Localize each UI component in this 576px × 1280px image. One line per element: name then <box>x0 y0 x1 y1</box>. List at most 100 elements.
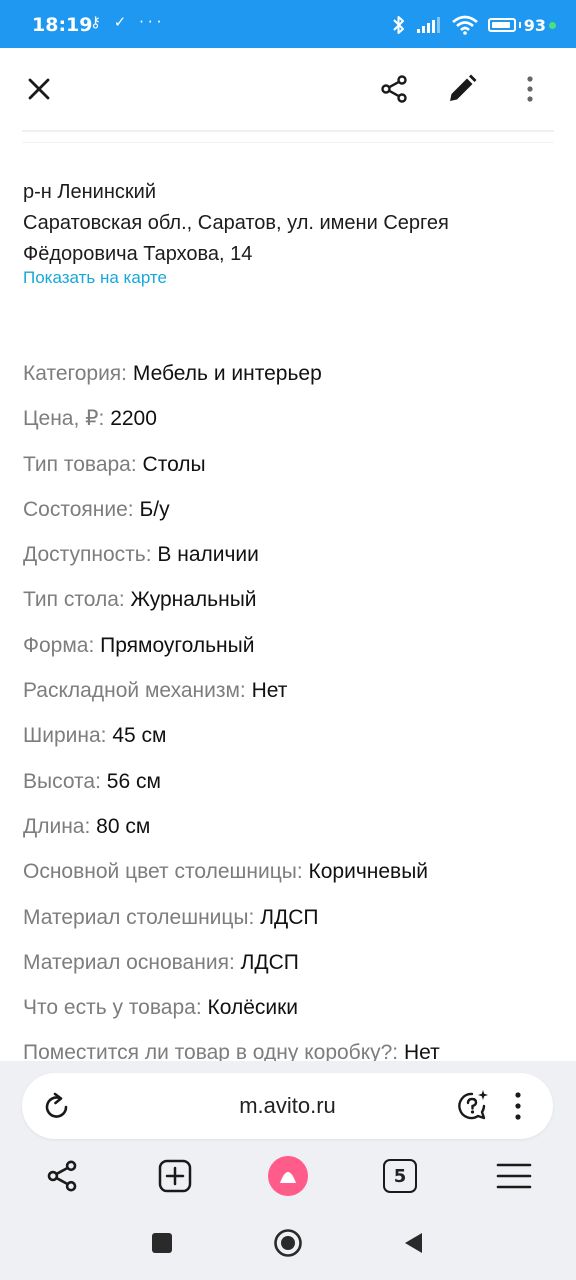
home-circle-icon <box>274 1229 302 1257</box>
assistant-chat-button[interactable] <box>454 1088 490 1124</box>
signal-icon <box>416 17 440 33</box>
param-row: Длина: 80 см <box>23 809 563 854</box>
param-label: Категория: <box>23 362 133 385</box>
back-button[interactable] <box>393 1223 433 1263</box>
add-tab-icon <box>158 1159 192 1193</box>
battery-level: 93 <box>523 15 546 35</box>
edit-button[interactable] <box>439 66 485 112</box>
share-button[interactable] <box>371 66 417 112</box>
param-row: Цена, ₽: 2200 <box>23 401 563 446</box>
close-button[interactable] <box>16 66 62 112</box>
app-top-bar <box>0 48 576 130</box>
home-button[interactable] <box>268 1223 308 1263</box>
bluetooth-icon <box>393 16 404 34</box>
param-row: Основной цвет столешницы: Коричневый <box>23 854 563 899</box>
address-block: р-н Ленинский Саратовская обл., Саратов,… <box>23 177 449 270</box>
param-label: Форма: <box>23 633 101 657</box>
param-row: Состояние: Б/у <box>23 492 563 537</box>
param-label: Поместится ли товар в одну коробку?: <box>23 1041 404 1061</box>
param-row: Тип стола: Журнальный <box>23 582 563 627</box>
param-row: Тип товара: Столы <box>23 447 563 492</box>
param-value: 56 см <box>106 769 161 793</box>
param-label: Раскладной механизм: <box>23 679 252 703</box>
system-navigation-bar <box>0 1209 576 1280</box>
param-label: Тип стола: <box>23 588 131 612</box>
close-icon <box>28 78 50 100</box>
status-time: 18:19 <box>32 14 93 36</box>
param-label: Тип товара: <box>23 452 143 476</box>
address-line-2: Фёдоровича Тархова, 14 <box>23 243 253 265</box>
param-value: ЛДСП <box>260 905 319 929</box>
alice-assistant-button[interactable] <box>263 1151 313 1201</box>
param-value: ЛДСП <box>240 950 299 974</box>
tab-count: 5 <box>393 1165 407 1187</box>
browser-share-button[interactable] <box>37 1151 87 1201</box>
param-value: Нет <box>251 679 288 703</box>
browser-bottom-bar: m.avito.ru 5 <box>0 1061 576 1209</box>
param-row: Ширина: 45 см <box>23 718 563 763</box>
back-triangle-icon <box>405 1233 422 1253</box>
browser-main-menu-button[interactable] <box>489 1151 539 1201</box>
address-bar[interactable]: m.avito.ru <box>22 1073 553 1139</box>
param-label: Ширина: <box>23 724 113 748</box>
param-label: Высота: <box>23 769 107 793</box>
address-district: р-н Ленинский <box>23 181 156 203</box>
param-value: В наличии <box>157 543 259 567</box>
param-row: Высота: 56 см <box>23 764 563 809</box>
param-value: Колёсики <box>207 996 299 1020</box>
address-line-1: Саратовская обл., Саратов, ул. имени Сер… <box>23 212 449 234</box>
edit-icon <box>450 74 477 101</box>
header-divider <box>22 130 554 132</box>
param-value: Журнальный <box>130 588 257 612</box>
param-value: Мебель и интерьер <box>132 362 322 385</box>
share-icon <box>381 75 407 103</box>
show-on-map-link[interactable]: Показать на карте <box>23 268 167 288</box>
param-row: Материал столешницы: ЛДСП <box>23 900 563 945</box>
param-row: Категория: Мебель и интерьер <box>23 356 563 401</box>
param-value: 45 см <box>112 724 167 748</box>
param-label: Длина: <box>23 814 97 838</box>
param-label: Цена, ₽: <box>23 407 111 431</box>
wifi-icon <box>451 15 478 35</box>
more-vertical-icon <box>515 1092 521 1120</box>
share-icon <box>47 1160 77 1192</box>
param-label: Материал основания: <box>23 950 241 974</box>
param-row: Раскладной механизм: Нет <box>23 673 563 718</box>
param-value: Коричневый <box>308 860 429 884</box>
battery-icon <box>487 18 516 32</box>
alice-icon <box>268 1156 308 1196</box>
param-row: Материал основания: ЛДСП <box>23 945 563 990</box>
listing-details: р-н Ленинский Саратовская обл., Саратов,… <box>0 143 576 1061</box>
param-label: Состояние: <box>23 497 140 521</box>
hamburger-menu-icon <box>496 1163 532 1189</box>
param-value: Б/у <box>139 497 170 521</box>
param-label: Доступность: <box>23 543 158 567</box>
status-right-icons: 93 <box>392 12 556 38</box>
param-label: Что есть у товара: <box>23 996 208 1020</box>
charging-dot-icon <box>549 21 556 29</box>
param-value: 80 см <box>96 814 151 838</box>
browser-nav-row: 5 <box>0 1145 576 1205</box>
param-row: Форма: Прямоугольный <box>23 628 563 673</box>
square-icon <box>152 1233 172 1253</box>
new-tab-button[interactable] <box>150 1151 200 1201</box>
battery-indicator: 93 <box>487 15 556 35</box>
param-row: Доступность: В наличии <box>23 537 563 582</box>
tabs-button[interactable]: 5 <box>375 1151 425 1201</box>
param-label: Материал столешницы: <box>23 905 261 929</box>
param-label: Основной цвет столешницы: <box>23 860 309 884</box>
tabs-icon: 5 <box>383 1159 417 1193</box>
param-row: Поместится ли товар в одну коробку?: Нет <box>23 1035 563 1061</box>
params-list: Категория: Мебель и интерьер Цена, ₽: 220… <box>23 356 563 1061</box>
chat-question-sparkle-icon <box>458 1090 488 1120</box>
param-value: Нет <box>403 1041 440 1061</box>
more-vertical-icon <box>527 76 533 102</box>
browser-menu-button[interactable] <box>510 1090 526 1122</box>
more-options-button[interactable] <box>507 66 553 112</box>
param-value: Столы <box>142 452 206 476</box>
param-row: Что есть у товара: Колёсики <box>23 990 563 1035</box>
param-value: 2200 <box>110 407 157 431</box>
notification-icons: ⚷ ✓ ··· <box>90 13 166 31</box>
recent-apps-button[interactable] <box>142 1223 182 1263</box>
status-bar: 18:19 ⚷ ✓ ··· 93 <box>0 0 576 48</box>
